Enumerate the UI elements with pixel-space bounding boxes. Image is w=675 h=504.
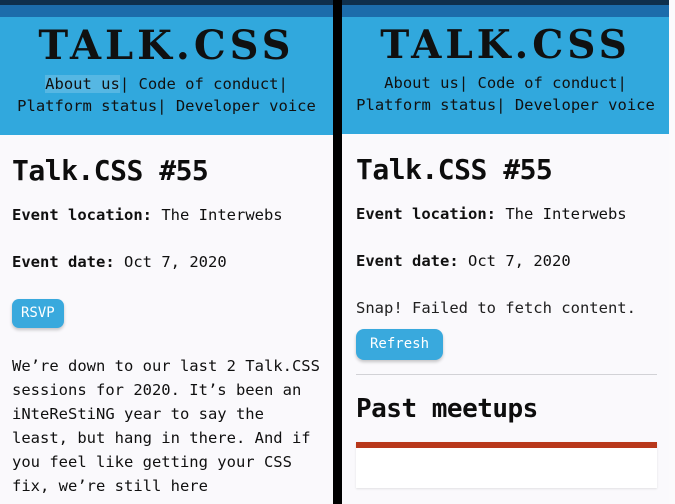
- past-meetup-card[interactable]: [356, 442, 657, 489]
- past-meetups-heading: Past meetups: [356, 393, 538, 424]
- nav-separator: |: [458, 73, 469, 92]
- right-edge-strip: [669, 0, 675, 504]
- event-date-value: Oct 7, 2020: [124, 253, 227, 272]
- event-date-row-right: Event date: Oct 7, 2020: [356, 251, 657, 271]
- section-divider: [356, 373, 657, 375]
- nav-separator: |: [496, 95, 506, 114]
- nav-link-about-us-right[interactable]: About us: [384, 74, 459, 92]
- nav-link-developer-voice-right[interactable]: Developer voice: [515, 96, 655, 114]
- site-logo-left[interactable]: TALK.CSS: [0, 25, 333, 67]
- nav-separator: |: [278, 75, 288, 93]
- event-location-label: Event location:: [12, 206, 152, 225]
- nav-link-code-of-conduct-right[interactable]: Code of conduct: [478, 74, 618, 92]
- event-location-row-left: Event location: The Interwebs: [12, 205, 321, 225]
- nav-separator: |: [119, 75, 130, 93]
- refresh-button[interactable]: Refresh: [356, 328, 444, 360]
- event-location-value: The Interwebs: [505, 205, 627, 224]
- rsvp-button[interactable]: RSVP: [12, 299, 64, 329]
- nav-separator: |: [157, 97, 167, 115]
- right-browser-pane: TALK.CSS About us| Code of conduct| Plat…: [342, 0, 669, 504]
- screenshot-stage: TALK.CSS About us| Code of conduct| Plat…: [0, 0, 675, 504]
- event-date-value: Oct 7, 2020: [468, 252, 571, 271]
- event-location-value: The Interwebs: [161, 206, 283, 225]
- event-date-label: Event date:: [12, 253, 115, 272]
- fetch-error-message: Snap! Failed to fetch content.: [356, 299, 636, 318]
- left-pane-content: Talk.CSS #55 Event location: The Interwe…: [0, 135, 333, 498]
- nav-link-platform-status-right[interactable]: Platform status: [356, 96, 496, 114]
- event-location-row-right: Event location: The Interwebs: [356, 204, 657, 224]
- site-header-right: TALK.CSS About us| Code of conduct| Plat…: [342, 0, 669, 134]
- nav-link-developer-voice-left[interactable]: Developer voice: [176, 97, 316, 115]
- event-title-left: Talk.CSS #55: [12, 154, 209, 187]
- nav-separator: |: [617, 73, 627, 92]
- event-date-row-left: Event date: Oct 7, 2020: [12, 252, 321, 272]
- header-top-band-right: [342, 5, 669, 17]
- event-blurb-left: We’re down to our last 2 Talk.CSS sessio…: [12, 357, 320, 496]
- nav-link-platform-status-left[interactable]: Platform status: [17, 97, 157, 115]
- site-header-left: TALK.CSS About us| Code of conduct| Plat…: [0, 0, 333, 135]
- left-browser-pane: TALK.CSS About us| Code of conduct| Plat…: [0, 0, 333, 504]
- event-title-right: Talk.CSS #55: [356, 152, 553, 186]
- site-nav-right: About us| Code of conduct| Platform stat…: [342, 70, 669, 116]
- nav-link-code-of-conduct-left[interactable]: Code of conduct: [139, 75, 279, 93]
- right-pane-content: Talk.CSS #55 Event location: The Interwe…: [342, 134, 669, 489]
- header-top-band-left: [0, 5, 333, 17]
- site-logo-right[interactable]: TALK.CSS: [342, 25, 669, 66]
- site-nav-left: About us| Code of conduct| Platform stat…: [0, 71, 333, 117]
- pane-divider-gutter: [333, 0, 342, 504]
- event-date-label: Event date:: [356, 252, 459, 271]
- nav-link-about-us-left[interactable]: About us: [45, 75, 120, 93]
- event-location-label: Event location:: [356, 205, 496, 224]
